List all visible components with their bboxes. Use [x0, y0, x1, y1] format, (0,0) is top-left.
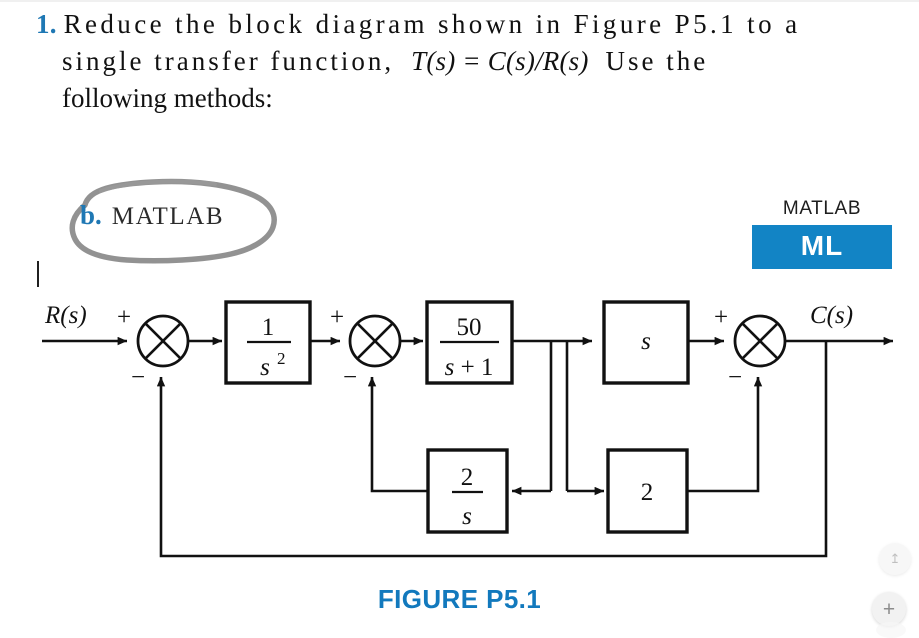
matlab-badge-chip: ML [752, 225, 892, 269]
problem-line-3: following methods: [62, 83, 273, 113]
block-diagram: R(s) C(s) + − + − + − 1 s 2 50 s + 1 s 2… [0, 285, 919, 575]
item-letter: b. [80, 200, 102, 230]
sum-2-plus-sign: + [330, 304, 344, 331]
problem-line-1-text: Reduce the block diagram shown in Figure… [63, 9, 801, 39]
output-label: C(s) [810, 302, 853, 329]
sum-1-minus-sign: − [131, 364, 145, 391]
block-50-denominator: s + 1 [445, 354, 494, 381]
problem-statement: 1. Reduce the block diagram shown in Fig… [36, 6, 891, 117]
problem-line-2-suffix: Use the [605, 46, 709, 76]
item-label-text: MATLAB [111, 203, 225, 230]
problem-number: 1. [36, 9, 57, 39]
sum-3-minus-sign: − [728, 364, 742, 391]
block-s-label: s [641, 328, 651, 355]
scroll-toggle-icon: ↥ [889, 551, 901, 566]
block-diagram-svg: R(s) C(s) + − + − + − 1 s 2 50 s + 1 s 2… [42, 300, 894, 558]
block-2-over-s-numerator: 2 [461, 464, 474, 491]
input-label: R(s) [44, 302, 87, 329]
sum-2-minus-sign: − [343, 364, 357, 391]
zoom-in-button[interactable]: + [872, 592, 906, 626]
matlab-badge: MATLAB ML [752, 198, 892, 269]
page-root: 1. Reduce the block diagram shown in Fig… [0, 0, 919, 638]
wire-2overs-to-sum2 [367, 376, 428, 493]
block-1-over-s2-denominator: s [260, 354, 270, 381]
text-cursor [37, 261, 39, 287]
problem-line-2-prefix: single transfer function, [62, 46, 395, 76]
figure-caption: FIGURE P5.1 [377, 584, 542, 614]
problem-line-2: single transfer function, T(s) = C(s)/R(… [36, 43, 891, 80]
matlab-badge-caption: MATLAB [782, 198, 862, 219]
problem-line-1: 1. Reduce the block diagram shown in Fig… [36, 6, 891, 43]
matlab-item-label: b. MATLAB [80, 200, 224, 231]
block-2-label: 2 [641, 479, 654, 506]
sum-1-plus-sign: + [117, 304, 131, 331]
sum-3-plus-sign: + [714, 304, 728, 331]
partial-button-below[interactable] [876, 622, 906, 638]
top-divider [0, 0, 919, 2]
wire-block2gain-to-sum3 [687, 376, 763, 493]
block-1-over-s2-numerator: 1 [262, 314, 275, 341]
block-50-numerator: 50 [457, 314, 482, 341]
transfer-function-expression: T(s) = C(s)/R(s) [411, 46, 589, 76]
scroll-toggle-button[interactable]: ↥ [879, 543, 911, 575]
block-2-over-s-denominator: s [462, 503, 472, 530]
plus-icon: + [882, 597, 896, 621]
block-1-over-s2-exponent: 2 [277, 349, 286, 368]
